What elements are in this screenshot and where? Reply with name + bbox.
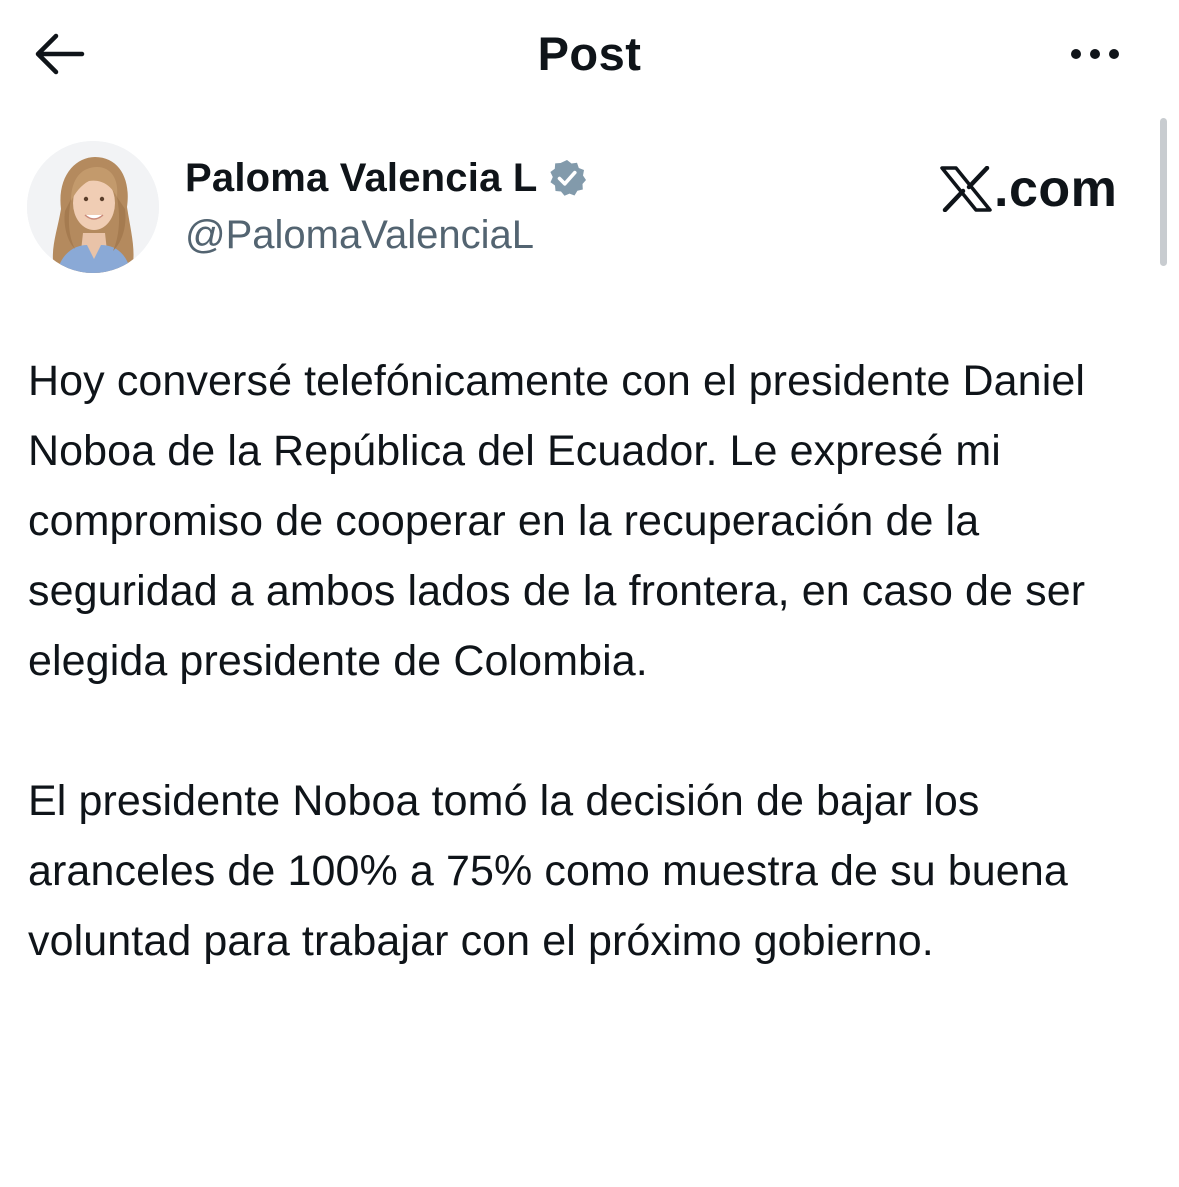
author-name[interactable]: Paloma Valencia L xyxy=(185,150,537,206)
profile-photo xyxy=(27,141,159,273)
post-text: Hoy conversé telefónicamente con el pres… xyxy=(28,346,1163,976)
scrollbar[interactable] xyxy=(1160,118,1167,266)
verified-badge-icon[interactable] xyxy=(547,158,587,198)
more-dot xyxy=(1090,49,1100,59)
more-options-button[interactable] xyxy=(1062,36,1128,72)
page-title: Post xyxy=(537,27,642,80)
post-paragraph: El presidente Noboa tomó la decisión de … xyxy=(28,777,1068,965)
author-name-row[interactable]: Paloma Valencia L xyxy=(185,150,587,206)
x-logo-icon xyxy=(940,166,992,212)
watermark-domain: .com xyxy=(994,160,1118,218)
post-paragraph: Hoy conversé telefónicamente con el pres… xyxy=(28,357,1086,685)
author-avatar[interactable] xyxy=(27,141,159,273)
top-navigation-bar: Post xyxy=(0,0,1179,110)
more-dot xyxy=(1109,49,1119,59)
author-handle[interactable]: @PalomaValenciaL xyxy=(185,208,534,262)
x-com-watermark: .com xyxy=(940,158,1117,220)
more-horizontal-icon xyxy=(1071,49,1081,59)
post-page: Post Paloma Valencia L @PalomaValenciaL … xyxy=(0,0,1179,1187)
